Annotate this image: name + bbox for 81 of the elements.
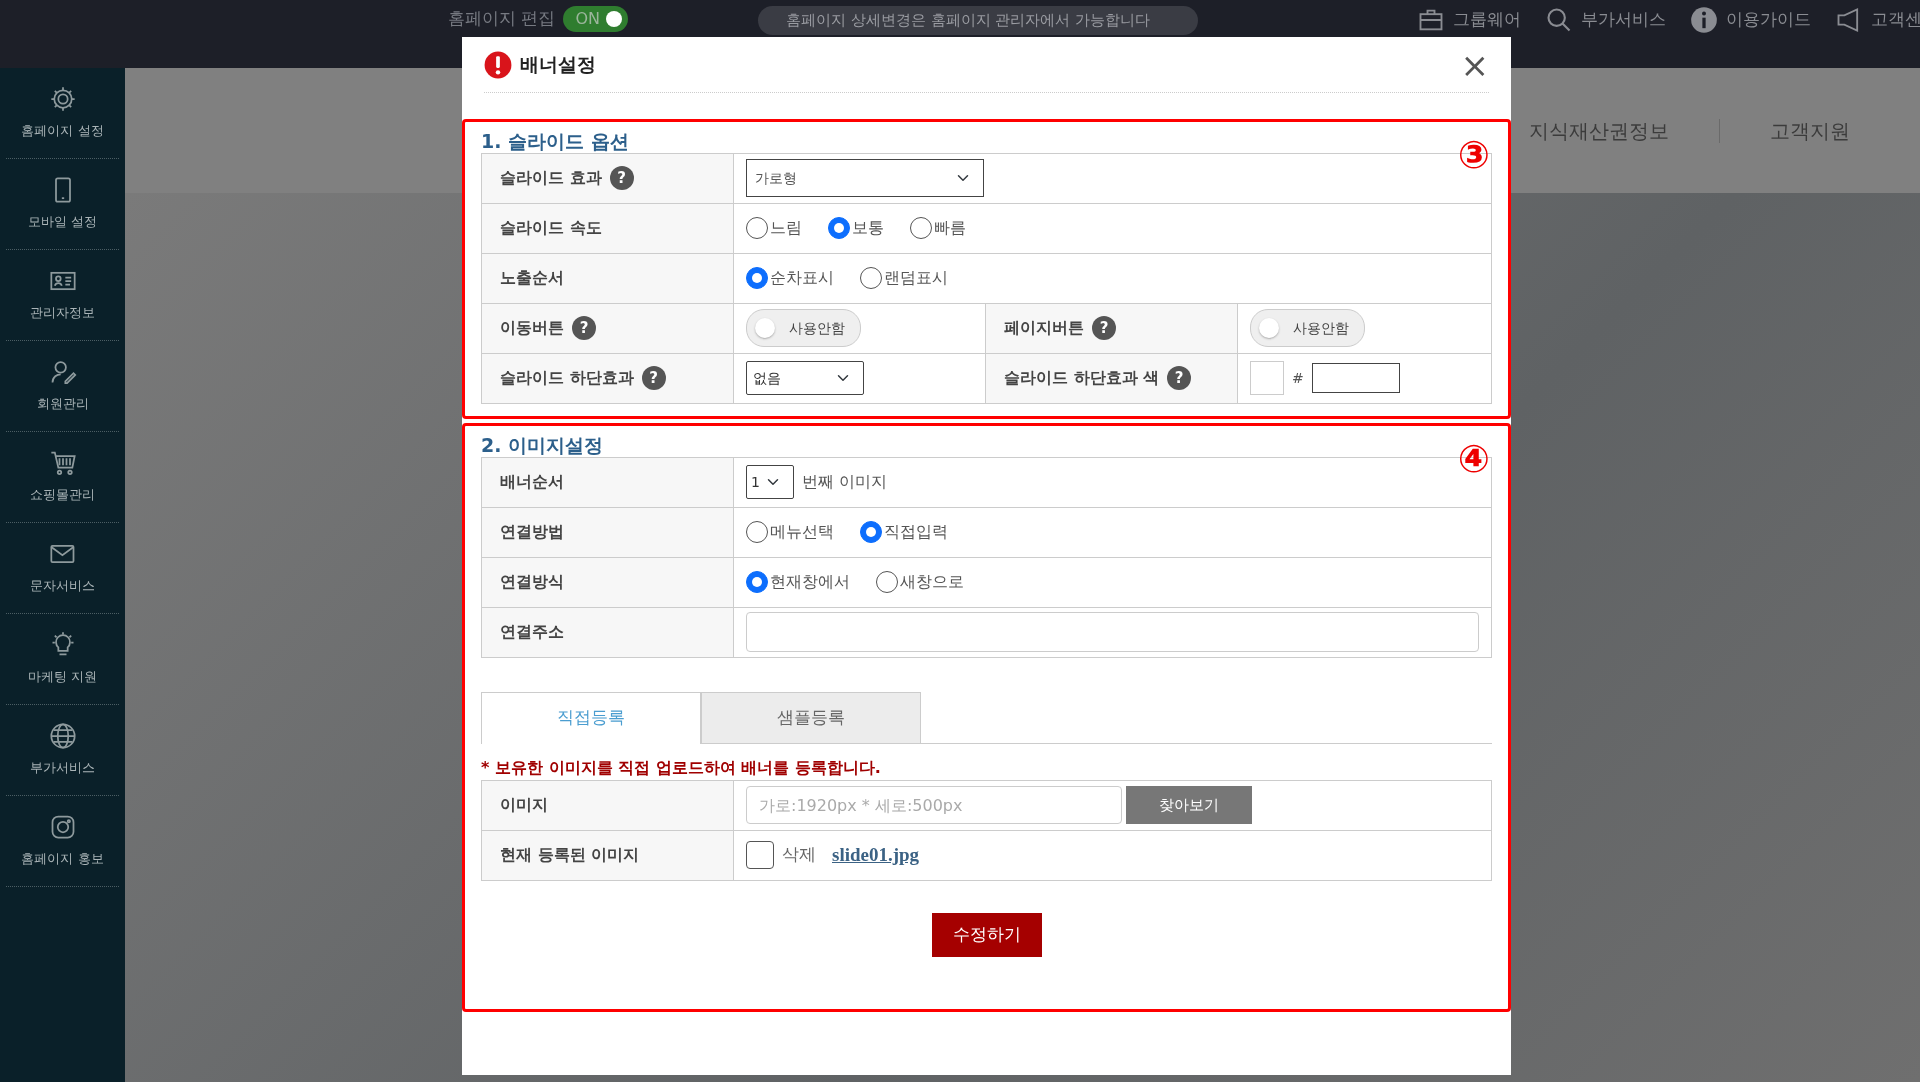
- field-label: 현재 등록된 이미지: [500, 844, 640, 867]
- section-title: 1. 슬라이드 옵션: [481, 130, 630, 153]
- help-button[interactable]: ?: [1092, 316, 1116, 341]
- notice-text: * 보유한 이미지를 직접 업로드하여 배너를 등록합니다.: [481, 756, 882, 779]
- annotation-marker: ④: [1457, 439, 1490, 478]
- sidebar-item[interactable]: 홈페이지 설정: [6, 68, 119, 159]
- toggle-switch[interactable]: 사용안함: [746, 309, 861, 348]
- globe-icon: [48, 722, 77, 751]
- field-label: 이동버튼: [500, 317, 564, 340]
- checkbox[interactable]: [746, 841, 774, 870]
- field-label: 연결방법: [500, 521, 564, 544]
- field-label: 슬라이드 효과: [500, 167, 602, 190]
- sidebar-item[interactable]: 회원관리: [6, 341, 119, 432]
- browse-button[interactable]: 찾아보기: [1126, 786, 1252, 825]
- color-input-field[interactable]: [1311, 363, 1400, 394]
- url-input-field[interactable]: [746, 612, 1479, 653]
- file-path-field[interactable]: 가로:1920px * 세로:500px: [746, 786, 1122, 825]
- radio-button[interactable]: [876, 571, 898, 594]
- gear-icon: [48, 85, 77, 114]
- hash-label: #: [1292, 368, 1304, 388]
- select-field[interactable]: 가로형: [746, 159, 984, 198]
- radio-button[interactable]: [860, 521, 882, 544]
- field-label: 슬라이드 하단효과: [500, 367, 634, 390]
- select-field[interactable]: 1: [746, 465, 794, 500]
- submit-button[interactable]: 수정하기: [931, 912, 1042, 957]
- radio-button[interactable]: [910, 217, 932, 240]
- section-title: 2. 이미지설정: [481, 433, 605, 457]
- nav-link[interactable]: 그룹웨어: [1453, 7, 1521, 33]
- radio-label[interactable]: 메뉴선택: [770, 520, 834, 545]
- field-label: 슬라이드 속도: [500, 217, 602, 240]
- search-icon: [1545, 6, 1573, 34]
- alert-icon: [484, 50, 512, 79]
- file-link[interactable]: slide01.jpg: [832, 840, 920, 870]
- radio-label[interactable]: 랜덤표시: [884, 266, 948, 291]
- help-button[interactable]: ?: [641, 366, 666, 391]
- info-icon: [1690, 6, 1718, 34]
- modal-title: 배너설정: [520, 52, 596, 78]
- nav-link[interactable]: 이용가이드: [1726, 7, 1811, 33]
- sidebar-item[interactable]: 부가서비스: [6, 705, 119, 796]
- field-label: 노출순서: [500, 267, 564, 290]
- help-button[interactable]: ?: [572, 316, 596, 341]
- select-field[interactable]: 없음: [746, 361, 864, 396]
- notice-text: 홈페이지 상세변경은 홈페이지 관리자에서 가능합니다: [757, 6, 1198, 35]
- checkbox-label[interactable]: 삭제: [782, 842, 816, 868]
- suffix-text: 번째 이미지: [802, 471, 888, 494]
- radio-button[interactable]: [860, 267, 882, 290]
- field-label: 배너순서: [500, 471, 564, 494]
- edit-label: 홈페이지 편집: [448, 7, 556, 30]
- sidebar-item[interactable]: 관리자정보: [6, 250, 119, 341]
- tab[interactable]: 샘플등록: [701, 691, 921, 743]
- radio-label[interactable]: 새창으로: [900, 570, 964, 595]
- annotation-marker: ③: [1457, 136, 1490, 174]
- color-swatch[interactable]: [1250, 361, 1284, 396]
- help-button[interactable]: ?: [1167, 366, 1192, 391]
- radio-button[interactable]: [746, 217, 768, 240]
- field-label: 이미지: [500, 794, 548, 817]
- radio-button[interactable]: [746, 521, 768, 544]
- nav-link[interactable]: 부가서비스: [1581, 7, 1666, 33]
- field-label: 페이지버튼: [1004, 317, 1084, 340]
- sidebar-item[interactable]: 쇼핑몰관리: [6, 432, 119, 523]
- sidebar-item[interactable]: 모바일 설정: [6, 159, 119, 250]
- field-label: 연결주소: [500, 621, 564, 644]
- radio-label[interactable]: 느림: [770, 216, 802, 241]
- radio-label[interactable]: 빠름: [934, 216, 966, 241]
- nav-link[interactable]: 고객센: [1871, 7, 1920, 33]
- radio-label[interactable]: 직접입력: [884, 520, 948, 545]
- help-button[interactable]: ?: [609, 166, 634, 191]
- field-label: 슬라이드 하단효과 색: [1004, 367, 1160, 390]
- field-label: 연결방식: [500, 571, 564, 594]
- radio-button[interactable]: [746, 267, 768, 290]
- sidebar-item[interactable]: 마케팅 지원: [6, 614, 119, 705]
- close-button[interactable]: ×: [1460, 47, 1489, 82]
- sidebar-item[interactable]: 홈페이지 홍보: [6, 796, 119, 887]
- radio-label[interactable]: 보통: [852, 216, 884, 241]
- radio-button[interactable]: [828, 217, 850, 240]
- sidebar-item[interactable]: 문자서비스: [6, 523, 119, 614]
- radio-button[interactable]: [746, 571, 768, 594]
- radio-label[interactable]: 현재창에서: [770, 570, 850, 595]
- toggle-switch[interactable]: 사용안함: [1250, 309, 1365, 348]
- cart-icon: [48, 449, 77, 478]
- radio-label[interactable]: 순차표시: [770, 266, 834, 291]
